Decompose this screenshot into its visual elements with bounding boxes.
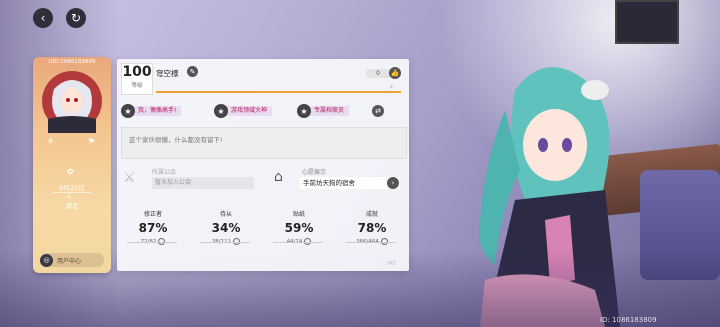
edit-icon: ✎	[189, 67, 196, 76]
exp-bar-fill	[156, 91, 401, 93]
like-button[interactable]: 👍	[389, 67, 401, 79]
divider	[200, 242, 250, 243]
stat-percent: 78%	[357, 221, 387, 235]
stat-item[interactable]: 贴纸 59% 44/74	[263, 209, 335, 245]
level-box: 100 等级	[121, 63, 153, 95]
uid-watermark: ID: 1086183809	[600, 316, 657, 324]
level-label: 等级	[131, 83, 143, 89]
star-icon: ★	[214, 104, 228, 118]
divider	[273, 242, 323, 243]
back-button[interactable]: ‹	[33, 8, 53, 28]
avatar	[42, 71, 102, 133]
title-badge[interactable]: ★ 我，偶像高手!	[121, 103, 182, 119]
guild-label: 所属公会	[152, 169, 177, 176]
arrow-right-icon: ›	[391, 179, 395, 187]
title-badge[interactable]: ★ 游戏领域大神	[214, 103, 273, 119]
signature-box[interactable]: 这个家伙很懒，什么都没有留下!	[121, 127, 407, 159]
region: 湖北	[65, 202, 79, 210]
refresh-button[interactable]: ↻	[66, 8, 86, 28]
wall-poster	[615, 0, 679, 44]
divider	[53, 192, 91, 193]
thumbs-up-icon: 👍	[390, 69, 400, 77]
gift-icon: ✿	[67, 167, 74, 176]
player-name: 穹空様	[156, 69, 179, 78]
guild-status: 暂未加入公会	[152, 177, 254, 189]
title-label: 我，偶像高手!	[131, 106, 182, 116]
stat-item[interactable]: 修正者 87% 72/82	[117, 209, 189, 245]
corner-tag: FAT	[387, 261, 396, 267]
dorm-label: 心愿展示	[302, 169, 327, 176]
signature-text: 这个家伙很懒，什么都没有留下!	[129, 136, 223, 144]
guild-icon: ⚔	[123, 170, 136, 186]
dorm-name: 手前坊天狗的宿舍	[300, 177, 400, 189]
exp-text: -/-	[389, 84, 395, 90]
edit-name-button[interactable]: ✎	[187, 66, 198, 77]
profile-card: UID:1086183809 ⚘ ⚑ ✿ 9月20日 ⌖ 湖北 ◎ 用户中心	[33, 57, 111, 273]
house-icon: ⌂	[274, 169, 283, 185]
collection-stats: 修正者 87% 72/82 侍从 34% 38/111 贴纸 59% 44/74…	[117, 209, 409, 259]
title-label: 游戏领域大神	[224, 106, 273, 116]
refresh-icon: ↻	[70, 11, 82, 25]
user-center-label: 用户中心	[57, 257, 82, 265]
level-value: 100	[122, 64, 152, 80]
stat-percent: 87%	[138, 221, 168, 235]
title-list: ★ 我，偶像高手! ★ 游戏领域大神 ★ 专属档案员	[121, 103, 405, 121]
profile-panel: 100 等级 穹空様 ✎ 0 👍 -/- ★ 我，偶像高手! ★ 游戏领域大神 …	[117, 59, 409, 271]
user-center-icon: ◎	[40, 253, 53, 267]
flag-icon: ⚑	[88, 137, 96, 146]
stat-item[interactable]: 侍从 34% 38/111	[190, 209, 262, 245]
back-arrow-icon: ‹	[40, 11, 46, 25]
swap-titles-button[interactable]: ⇄	[372, 105, 384, 117]
star-icon: ★	[121, 104, 135, 118]
stat-label: 成就	[365, 211, 378, 218]
user-center-button[interactable]: ◎ 用户中心	[40, 253, 104, 267]
uid-label: UID:1086183809	[48, 59, 96, 65]
divider	[127, 242, 177, 243]
star-icon: ★	[297, 104, 311, 118]
dorm-go-button[interactable]: ›	[387, 177, 399, 189]
divider	[346, 242, 396, 243]
birthday: 9月20日	[59, 184, 85, 192]
title-label: 专属档案员	[307, 106, 350, 116]
stat-percent: 59%	[284, 221, 314, 235]
stat-label: 修正者	[143, 211, 162, 218]
title-badge[interactable]: ★ 专属档案员	[297, 103, 350, 119]
birthday-icon: ⚘	[47, 137, 55, 146]
exp-bar	[156, 91, 401, 93]
stat-label: 侍从	[219, 211, 232, 218]
stat-percent: 34%	[211, 221, 241, 235]
swap-icon: ⇄	[375, 107, 381, 115]
stat-item[interactable]: 成就 78% 366/464	[336, 209, 408, 245]
stat-label: 贴纸	[292, 211, 305, 218]
